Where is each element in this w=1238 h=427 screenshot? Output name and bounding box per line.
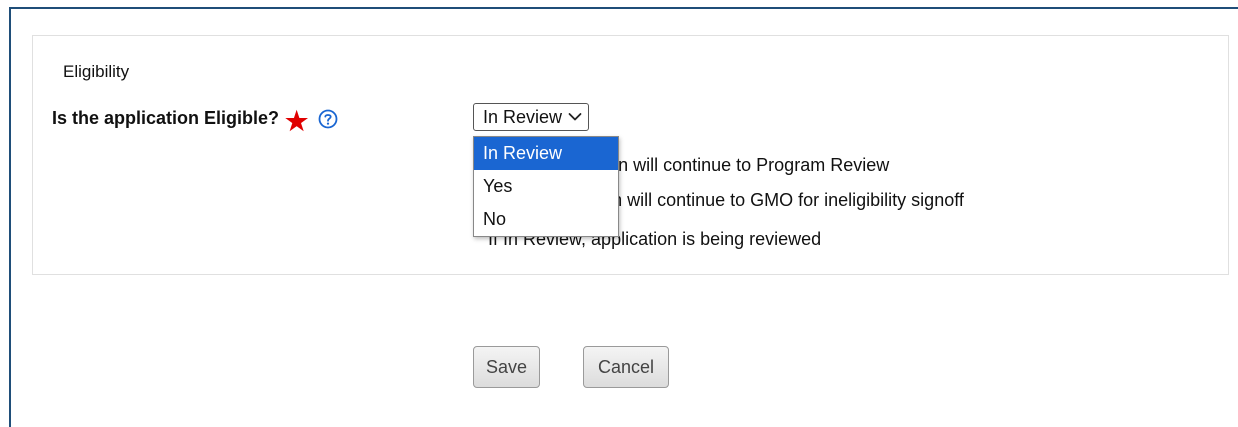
eligibility-dropdown-list: In Review Yes No (473, 136, 619, 237)
option-in-review[interactable]: In Review (474, 137, 618, 170)
select-value: In Review (483, 106, 563, 127)
required-icon: ★ (285, 105, 309, 136)
save-button[interactable]: Save (473, 346, 540, 388)
section-title: Eligibility (63, 62, 130, 81)
option-no[interactable]: No (474, 203, 618, 236)
cancel-button[interactable]: Cancel (583, 346, 669, 388)
question-circle-icon[interactable] (318, 109, 338, 129)
question-label: Is the application Eligible? (52, 108, 280, 128)
option-yes[interactable]: Yes (474, 170, 618, 203)
chevron-down-icon (568, 113, 582, 121)
eligibility-question: Is the application Eligible? ★ (52, 105, 338, 136)
eligibility-select[interactable]: In Review (473, 103, 590, 131)
